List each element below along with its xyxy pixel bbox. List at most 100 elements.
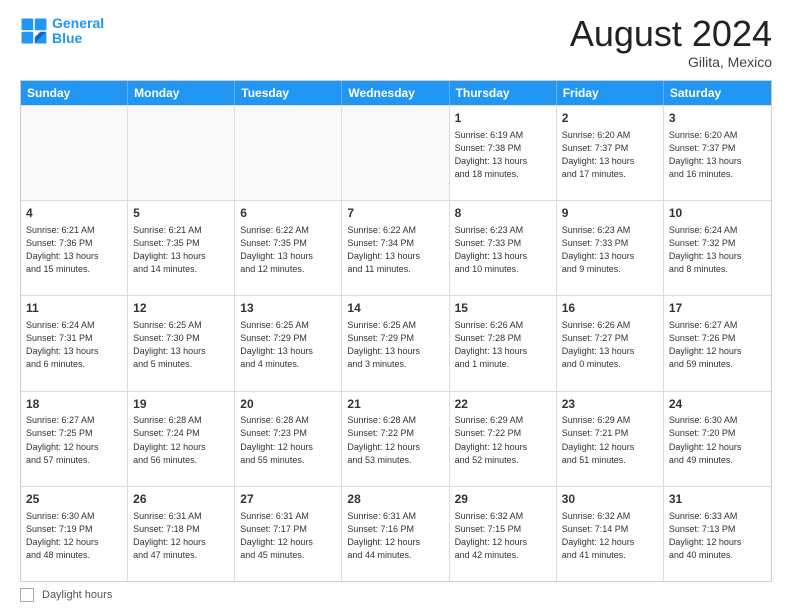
sun-info: Sunrise: 6:20 AM Sunset: 7:37 PM Dayligh…: [669, 129, 766, 181]
daylight-box: [20, 588, 34, 602]
dow-wednesday: Wednesday: [342, 81, 449, 105]
cal-cell-1-3: 7Sunrise: 6:22 AM Sunset: 7:34 PM Daylig…: [342, 201, 449, 295]
day-number: 3: [669, 110, 766, 127]
sun-info: Sunrise: 6:23 AM Sunset: 7:33 PM Dayligh…: [455, 224, 551, 276]
cal-row-0: 1 Sunrise: 6:19 AM Sunset: 7:38 PM Daylig…: [21, 105, 771, 200]
cal-cell-3-3: 21Sunrise: 6:28 AM Sunset: 7:22 PM Dayli…: [342, 392, 449, 486]
title-block: August 2024 Gilita, Mexico: [570, 16, 772, 70]
dow-saturday: Saturday: [664, 81, 771, 105]
footer: Daylight hours: [20, 588, 772, 602]
sun-info: Sunrise: 6:31 AM Sunset: 7:17 PM Dayligh…: [240, 510, 336, 562]
day-number: 4: [26, 205, 122, 222]
sun-info: Sunrise: 6:26 AM Sunset: 7:27 PM Dayligh…: [562, 319, 658, 371]
day-number: 31: [669, 491, 766, 508]
cal-cell-1-5: 9 Sunrise: 6:23 AM Sunset: 7:33 PM Daylig…: [557, 201, 664, 295]
sun-info: Sunrise: 6:25 AM Sunset: 7:30 PM Dayligh…: [133, 319, 229, 371]
logo: General Blue: [20, 16, 104, 47]
day-number: 19: [133, 396, 229, 413]
header: General Blue August 2024 Gilita, Mexico: [20, 16, 772, 70]
cal-cell-4-6: 31 Sunrise: 6:33 AM Sunset: 7:13 PM Dayli…: [664, 487, 771, 581]
day-number: 10: [669, 205, 766, 222]
sun-info: Sunrise: 6:28 AM Sunset: 7:22 PM Dayligh…: [347, 414, 443, 466]
sun-info: Sunrise: 6:24 AM Sunset: 7:31 PM Dayligh…: [26, 319, 122, 371]
sun-info: Sunrise: 6:29 AM Sunset: 7:22 PM Dayligh…: [455, 414, 551, 466]
cal-cell-4-5: 30Sunrise: 6:32 AM Sunset: 7:14 PM Dayli…: [557, 487, 664, 581]
sun-info: Sunrise: 6:26 AM Sunset: 7:28 PM Dayligh…: [455, 319, 551, 371]
day-number: 23: [562, 396, 658, 413]
cal-row-1: 4 Sunrise: 6:21 AM Sunset: 7:36 PM Daylig…: [21, 200, 771, 295]
day-number: 1: [455, 110, 551, 127]
day-number: 18: [26, 396, 122, 413]
day-number: 13: [240, 300, 336, 317]
day-number: 12: [133, 300, 229, 317]
sun-info: Sunrise: 6:22 AM Sunset: 7:35 PM Dayligh…: [240, 224, 336, 276]
sun-info: Sunrise: 6:27 AM Sunset: 7:25 PM Dayligh…: [26, 414, 122, 466]
day-number: 27: [240, 491, 336, 508]
logo-icon: [20, 17, 48, 45]
cal-cell-3-4: 22Sunrise: 6:29 AM Sunset: 7:22 PM Dayli…: [450, 392, 557, 486]
sun-info: Sunrise: 6:20 AM Sunset: 7:37 PM Dayligh…: [562, 129, 658, 181]
day-number: 15: [455, 300, 551, 317]
sun-info: Sunrise: 6:23 AM Sunset: 7:33 PM Dayligh…: [562, 224, 658, 276]
day-number: 30: [562, 491, 658, 508]
cal-cell-0-5: 2Sunrise: 6:20 AM Sunset: 7:37 PM Daylig…: [557, 106, 664, 200]
cal-cell-3-0: 18Sunrise: 6:27 AM Sunset: 7:25 PM Dayli…: [21, 392, 128, 486]
cal-cell-4-2: 27 Sunrise: 6:31 AM Sunset: 7:17 PM Dayli…: [235, 487, 342, 581]
logo-blue: Blue: [52, 30, 82, 46]
cal-cell-1-2: 6 Sunrise: 6:22 AM Sunset: 7:35 PM Daylig…: [235, 201, 342, 295]
cal-cell-0-3: [342, 106, 449, 200]
day-number: 24: [669, 396, 766, 413]
dow-thursday: Thursday: [450, 81, 557, 105]
month-title: August 2024: [570, 16, 772, 52]
cal-cell-2-0: 11Sunrise: 6:24 AM Sunset: 7:31 PM Dayli…: [21, 296, 128, 390]
daylight-label: Daylight hours: [42, 589, 112, 601]
sun-info: Sunrise: 6:31 AM Sunset: 7:18 PM Dayligh…: [133, 510, 229, 562]
cal-cell-2-3: 14Sunrise: 6:25 AM Sunset: 7:29 PM Dayli…: [342, 296, 449, 390]
cal-cell-3-5: 23Sunrise: 6:29 AM Sunset: 7:21 PM Dayli…: [557, 392, 664, 486]
sun-info: Sunrise: 6:33 AM Sunset: 7:13 PM Dayligh…: [669, 510, 766, 562]
cal-cell-1-1: 5Sunrise: 6:21 AM Sunset: 7:35 PM Daylig…: [128, 201, 235, 295]
cal-row-4: 25 Sunrise: 6:30 AM Sunset: 7:19 PM Dayli…: [21, 486, 771, 581]
day-number: 14: [347, 300, 443, 317]
cal-cell-0-2: [235, 106, 342, 200]
calendar-body: 1 Sunrise: 6:19 AM Sunset: 7:38 PM Daylig…: [21, 105, 771, 581]
cal-cell-1-4: 8Sunrise: 6:23 AM Sunset: 7:33 PM Daylig…: [450, 201, 557, 295]
sun-info: Sunrise: 6:21 AM Sunset: 7:36 PM Dayligh…: [26, 224, 122, 276]
location: Gilita, Mexico: [570, 54, 772, 70]
sun-info: Sunrise: 6:28 AM Sunset: 7:24 PM Dayligh…: [133, 414, 229, 466]
dow-sunday: Sunday: [21, 81, 128, 105]
logo-text: General Blue: [52, 16, 104, 47]
cal-cell-2-2: 13Sunrise: 6:25 AM Sunset: 7:29 PM Dayli…: [235, 296, 342, 390]
dow-friday: Friday: [557, 81, 664, 105]
cal-cell-2-4: 15 Sunrise: 6:26 AM Sunset: 7:28 PM Dayli…: [450, 296, 557, 390]
sun-info: Sunrise: 6:24 AM Sunset: 7:32 PM Dayligh…: [669, 224, 766, 276]
sun-info: Sunrise: 6:30 AM Sunset: 7:19 PM Dayligh…: [26, 510, 122, 562]
cal-cell-3-6: 24Sunrise: 6:30 AM Sunset: 7:20 PM Dayli…: [664, 392, 771, 486]
cal-cell-3-2: 20Sunrise: 6:28 AM Sunset: 7:23 PM Dayli…: [235, 392, 342, 486]
cal-cell-1-6: 10 Sunrise: 6:24 AM Sunset: 7:32 PM Dayli…: [664, 201, 771, 295]
cal-cell-4-3: 28Sunrise: 6:31 AM Sunset: 7:16 PM Dayli…: [342, 487, 449, 581]
sun-info: Sunrise: 6:30 AM Sunset: 7:20 PM Dayligh…: [669, 414, 766, 466]
sun-info: Sunrise: 6:19 AM Sunset: 7:38 PM Dayligh…: [455, 129, 551, 181]
cal-cell-4-4: 29Sunrise: 6:32 AM Sunset: 7:15 PM Dayli…: [450, 487, 557, 581]
day-number: 28: [347, 491, 443, 508]
sun-info: Sunrise: 6:27 AM Sunset: 7:26 PM Dayligh…: [669, 319, 766, 371]
day-number: 17: [669, 300, 766, 317]
page: General Blue August 2024 Gilita, Mexico …: [0, 0, 792, 612]
day-number: 25: [26, 491, 122, 508]
cal-cell-0-0: [21, 106, 128, 200]
day-number: 6: [240, 205, 336, 222]
cal-cell-2-6: 17 Sunrise: 6:27 AM Sunset: 7:26 PM Dayli…: [664, 296, 771, 390]
day-number: 9: [562, 205, 658, 222]
cal-cell-2-5: 16 Sunrise: 6:26 AM Sunset: 7:27 PM Dayli…: [557, 296, 664, 390]
cal-cell-0-6: 3 Sunrise: 6:20 AM Sunset: 7:37 PM Daylig…: [664, 106, 771, 200]
calendar-header: Sunday Monday Tuesday Wednesday Thursday…: [21, 81, 771, 105]
day-number: 26: [133, 491, 229, 508]
cal-cell-4-0: 25 Sunrise: 6:30 AM Sunset: 7:19 PM Dayli…: [21, 487, 128, 581]
day-number: 16: [562, 300, 658, 317]
sun-info: Sunrise: 6:21 AM Sunset: 7:35 PM Dayligh…: [133, 224, 229, 276]
cal-cell-3-1: 19Sunrise: 6:28 AM Sunset: 7:24 PM Dayli…: [128, 392, 235, 486]
dow-monday: Monday: [128, 81, 235, 105]
day-number: 29: [455, 491, 551, 508]
sun-info: Sunrise: 6:22 AM Sunset: 7:34 PM Dayligh…: [347, 224, 443, 276]
